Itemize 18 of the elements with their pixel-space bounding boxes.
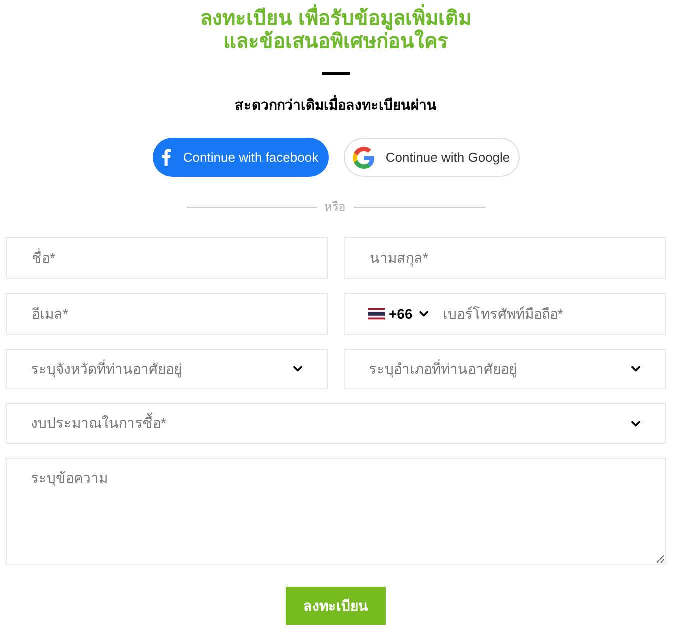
text-input[interactable]: นามสกุล* bbox=[344, 237, 666, 279]
facebook-button[interactable]: Continue with facebook bbox=[152, 138, 328, 177]
google-icon bbox=[352, 146, 375, 168]
divider-label: หรือ bbox=[324, 199, 346, 216]
dropdown-field[interactable]: งบประมาณในการซื้อ* bbox=[6, 403, 666, 444]
country-code-button[interactable]: +66 bbox=[368, 304, 431, 324]
subtitle: สะดวกกว่าเดิมเมื่อลงทะเบียนผ่าน bbox=[235, 95, 437, 115]
heading: และข้อเสนอพิเศษก่อนใคร bbox=[224, 31, 448, 54]
phone-field[interactable]: +66 เบอร์โทรศัพท์มือถือ* bbox=[344, 293, 666, 335]
dropdown-field[interactable]: ระบุจังหวัดที่ท่านอาศัยอยู่ bbox=[6, 349, 328, 389]
text-input[interactable]: ชื่อ* bbox=[6, 237, 328, 279]
google-button[interactable]: Continue with Google bbox=[344, 138, 520, 177]
flag-icon bbox=[368, 308, 385, 320]
facebook-icon bbox=[162, 149, 172, 166]
register-button[interactable]: ลงทะเบียน bbox=[286, 587, 386, 625]
text-input[interactable]: อีเมล* bbox=[6, 293, 328, 335]
message-textarea[interactable]: ระบุข้อความ bbox=[6, 458, 666, 565]
dropdown-field[interactable]: ระบุอำเภอที่ท่านอาศัยอยู่ bbox=[344, 349, 666, 389]
